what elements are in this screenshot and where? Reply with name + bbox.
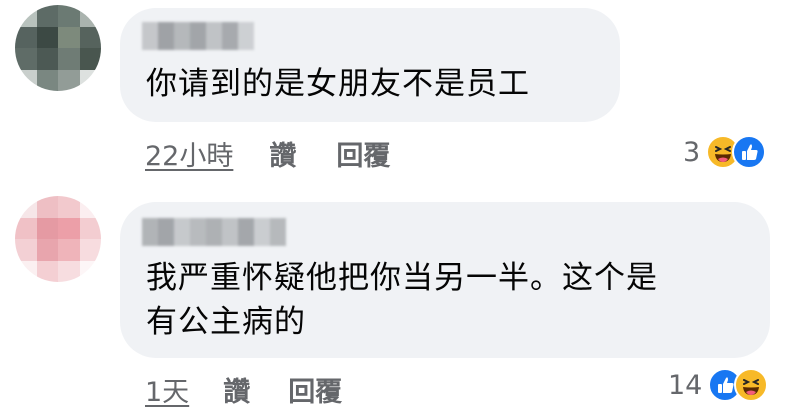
comment-bubble: 我严重怀疑他把你当另一半。这个是 有公主病的	[120, 202, 770, 358]
timestamp-link[interactable]: 22小時	[145, 134, 233, 173]
avatar[interactable]	[15, 196, 101, 282]
comment-text: 我严重怀疑他把你当另一半。这个是 有公主病的	[146, 256, 746, 344]
comment-2: 我严重怀疑他把你当另一半。这个是 有公主病的 1天 讚 回覆 14	[0, 190, 800, 412]
like-button[interactable]: 讚	[269, 134, 296, 173]
comment-text-line-1: 我严重怀疑他把你当另一半。这个是	[146, 260, 658, 296]
comment-actions: 22小時 讚 回覆	[145, 134, 390, 173]
reply-button[interactable]: 回覆	[288, 370, 342, 409]
comment-actions: 1天 讚 回覆	[145, 370, 342, 409]
comment-bubble: 你请到的是女朋友不是员工	[120, 8, 620, 122]
avatar[interactable]	[15, 5, 101, 91]
reactions-summary[interactable]: 14	[668, 368, 769, 402]
haha-icon	[734, 368, 769, 402]
blurred-author-name[interactable]	[142, 22, 254, 50]
timestamp-link[interactable]: 1天	[145, 370, 189, 409]
like-icon	[732, 135, 767, 169]
blurred-author-name[interactable]	[142, 218, 286, 246]
reply-button[interactable]: 回覆	[336, 134, 390, 173]
reaction-count: 3	[683, 136, 701, 168]
comment-1: 你请到的是女朋友不是员工 22小時 讚 回覆 3	[0, 0, 800, 200]
comment-text: 你请到的是女朋友不是员工	[146, 66, 530, 102]
reactions-summary[interactable]: 3	[683, 135, 767, 169]
like-button[interactable]: 讚	[223, 370, 250, 409]
comment-text-line-2: 有公主病的	[146, 304, 306, 340]
reaction-count: 14	[668, 369, 703, 401]
